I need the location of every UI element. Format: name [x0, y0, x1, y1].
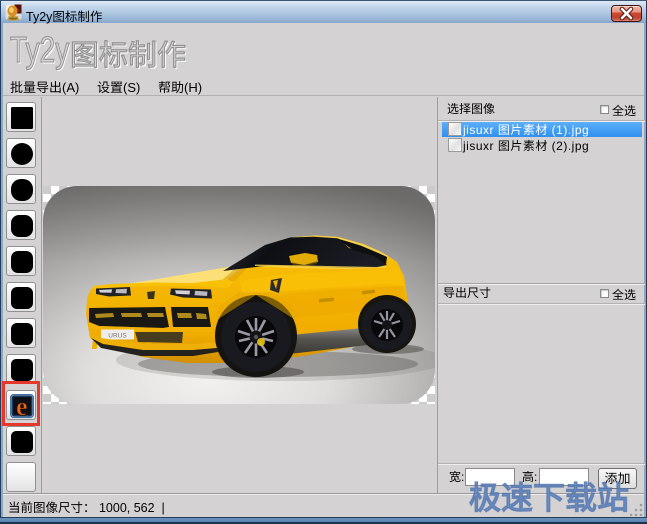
svg-text:URUS: URUS	[108, 333, 127, 340]
